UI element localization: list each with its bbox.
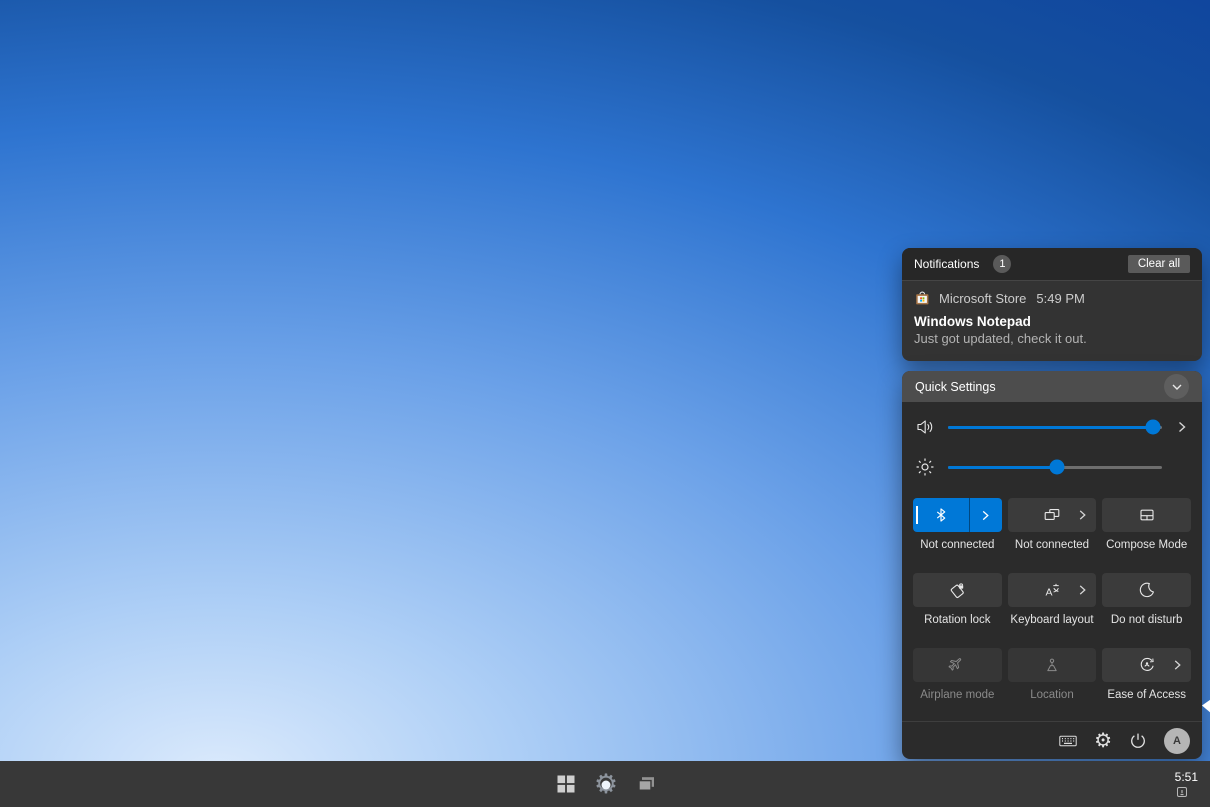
connect-display-icon xyxy=(1043,506,1061,524)
tile-label-compose-mode: Compose Mode xyxy=(1102,539,1191,553)
notification-time: 5:49 PM xyxy=(1036,291,1084,306)
volume-slider-thumb[interactable] xyxy=(1146,420,1161,435)
avatar-letter: A xyxy=(1173,735,1181,747)
mouse-cursor xyxy=(1201,697,1210,717)
taskbar-settings-app[interactable]: ⚙ xyxy=(586,761,626,807)
tile-location[interactable] xyxy=(1008,648,1097,682)
notifications-count-badge: 1 xyxy=(993,255,1011,273)
notifications-title: Notifications xyxy=(914,257,979,271)
tile-rotation-lock[interactable] xyxy=(913,573,1002,607)
keyboard-layout-chevron-icon xyxy=(1077,585,1088,596)
touch-keyboard-button[interactable] xyxy=(1058,731,1078,751)
moon-icon xyxy=(1138,581,1156,599)
volume-slider[interactable] xyxy=(948,426,1162,429)
taskbar-clock[interactable]: 5:51 xyxy=(1175,770,1202,784)
tile-bluetooth[interactable] xyxy=(913,498,1002,532)
notifications-header: Notifications 1 Clear all xyxy=(902,248,1202,281)
tile-label-airplane-mode: Airplane mode xyxy=(913,689,1002,703)
connect-chevron-icon xyxy=(1077,510,1088,521)
tile-label-ease-of-access: Ease of Access xyxy=(1102,689,1191,703)
user-avatar[interactable]: A xyxy=(1164,728,1190,754)
ease-of-access-icon xyxy=(1138,656,1156,674)
quick-settings-title: Quick Settings xyxy=(915,380,996,394)
tile-label-connect: Not connected xyxy=(1008,539,1097,553)
airplane-icon xyxy=(948,656,966,674)
start-button[interactable] xyxy=(546,761,586,807)
chevron-down-icon xyxy=(1171,381,1183,393)
quick-settings-tiles: Not connected Not connected xyxy=(913,498,1191,703)
windows-logo-icon xyxy=(557,775,575,793)
tile-compose-mode[interactable] xyxy=(1102,498,1191,532)
clear-all-button[interactable]: Clear all xyxy=(1128,255,1190,273)
brightness-icon xyxy=(914,457,936,477)
tile-label-location: Location xyxy=(1008,689,1097,703)
location-icon xyxy=(1043,656,1061,674)
collapse-button[interactable] xyxy=(1164,374,1189,399)
notification-body: Just got updated, check it out. xyxy=(914,331,1190,346)
tile-airplane-mode[interactable] xyxy=(913,648,1002,682)
tile-keyboard-layout[interactable]: A xyxy=(1008,573,1097,607)
quick-settings-footer: ⚙ A xyxy=(902,722,1202,759)
notifications-panel: Notifications 1 Clear all Micros xyxy=(902,248,1202,361)
keyboard-layout-icon: A xyxy=(1043,581,1061,599)
power-button[interactable] xyxy=(1128,731,1148,751)
tray-icon[interactable] xyxy=(1176,786,1202,798)
settings-button[interactable]: ⚙ xyxy=(1094,731,1112,751)
tile-ease-of-access[interactable] xyxy=(1102,648,1191,682)
task-view-button[interactable] xyxy=(626,761,666,807)
gear-icon: ⚙ xyxy=(1094,731,1112,751)
rotation-lock-icon xyxy=(948,581,966,599)
desktop[interactable]: Notifications 1 Clear all Micros xyxy=(0,0,1210,807)
notification-title: Windows Notepad xyxy=(914,314,1190,329)
taskbar: ⚙ 5:51 xyxy=(0,761,1210,807)
bluetooth-expand-button[interactable] xyxy=(969,498,1002,532)
bluetooth-icon[interactable] xyxy=(913,498,969,532)
tile-label-bluetooth: Not connected xyxy=(913,539,1002,553)
quick-settings-panel: Quick Settings xyxy=(902,371,1202,759)
notification-item[interactable]: Microsoft Store 5:49 PM Windows Notepad … xyxy=(902,281,1202,346)
tile-label-rotation-lock: Rotation lock xyxy=(913,614,1002,628)
touchpad-icon xyxy=(1138,506,1156,524)
tile-label-keyboard-layout: Keyboard layout xyxy=(1008,614,1097,628)
svg-text:A: A xyxy=(1045,587,1052,599)
tile-do-not-disturb[interactable] xyxy=(1102,573,1191,607)
brightness-slider-thumb[interactable] xyxy=(1050,460,1065,475)
notification-app-name: Microsoft Store xyxy=(939,291,1026,306)
tile-label-do-not-disturb: Do not disturb xyxy=(1102,614,1191,628)
volume-slider-row xyxy=(902,411,1202,443)
ease-of-access-chevron-icon xyxy=(1172,660,1183,671)
brightness-slider-row xyxy=(902,451,1202,483)
settings-app-gear-icon: ⚙ xyxy=(594,771,618,798)
microsoft-store-icon xyxy=(914,290,931,307)
volume-expand-chevron-icon[interactable] xyxy=(1174,421,1190,433)
task-view-icon xyxy=(637,775,656,793)
brightness-slider[interactable] xyxy=(948,466,1162,469)
speaker-icon xyxy=(914,417,936,437)
tile-connect-display[interactable] xyxy=(1008,498,1097,532)
text-cursor xyxy=(916,506,918,524)
quick-settings-header: Quick Settings xyxy=(902,371,1202,402)
